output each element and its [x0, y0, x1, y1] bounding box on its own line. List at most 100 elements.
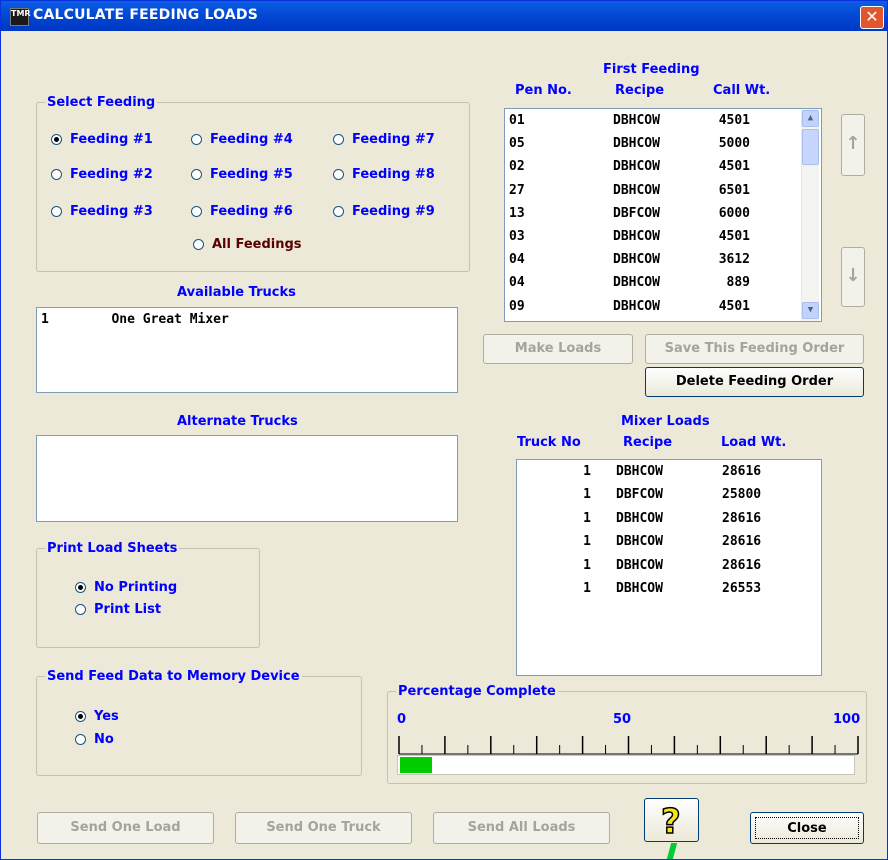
- progress-fill: [400, 757, 432, 773]
- table-row[interactable]: 04 DBHCOW 3612: [505, 250, 795, 270]
- table-cell: 3612: [718, 252, 750, 268]
- radio-feeding-2[interactable]: Feeding #2: [51, 167, 153, 182]
- table-row[interactable]: 1 DBFCOW 25800: [517, 485, 817, 505]
- radio-icon: [51, 169, 62, 180]
- scroll-up-icon[interactable]: ▲: [802, 110, 819, 127]
- mixer-loads-list[interactable]: 1 DBHCOW 28616 1 DBFCOW 25800 1 DBHCOW 28616 1 DBH…: [516, 459, 822, 676]
- scroll-down-icon[interactable]: ▼: [802, 302, 819, 319]
- table-cell: 01: [509, 113, 525, 128]
- table-cell: 02: [509, 159, 525, 175]
- table-cell: DBHCOW: [613, 136, 660, 152]
- close-button[interactable]: Close: [750, 812, 864, 844]
- alternate-trucks-list[interactable]: [36, 435, 458, 522]
- window-title: CALCULATE FEEDING LOADS: [33, 7, 259, 23]
- radio-print-list[interactable]: Print List: [75, 602, 161, 617]
- table-cell: 1: [583, 487, 591, 503]
- table-cell: DBHCOW: [613, 298, 660, 314]
- radio-icon: [333, 169, 344, 180]
- table-row[interactable]: 02 DBHCOW 4501: [505, 157, 795, 177]
- table-cell: DBHCOW: [613, 113, 660, 128]
- table-row[interactable]: 1 DBHCOW 28616: [517, 509, 817, 529]
- make-loads-button[interactable]: Make Loads: [483, 334, 633, 364]
- alternate-trucks-label: Alternate Trucks: [177, 414, 298, 429]
- radio-send-no[interactable]: No: [75, 732, 114, 747]
- radio-send-yes[interactable]: Yes: [75, 709, 119, 724]
- radio-feeding-8[interactable]: Feeding #8: [333, 167, 435, 182]
- table-cell: DBHCOW: [616, 510, 663, 526]
- radio-feeding-1[interactable]: Feeding #1: [51, 132, 153, 147]
- table-row[interactable]: 1 DBHCOW 26553: [517, 579, 817, 599]
- table-row[interactable]: 27 DBHCOW 6501: [505, 181, 795, 201]
- radio-all-feedings[interactable]: All Feedings: [193, 237, 302, 252]
- scroll-thumb[interactable]: [802, 129, 819, 165]
- table-cell: 5000: [718, 136, 750, 152]
- table-row[interactable]: 13 DBFCOW 6000: [505, 204, 795, 224]
- radio-feeding-3[interactable]: Feeding #3: [51, 204, 153, 219]
- title-bar[interactable]: TMR CALCULATE FEEDING LOADS ✕: [1, 1, 887, 31]
- table-cell: 28616: [722, 557, 762, 573]
- table-row[interactable]: 04 DBHCOW 889: [505, 273, 795, 293]
- move-up-button[interactable]: ↑: [841, 114, 865, 176]
- first-feeding-list[interactable]: 01 DBHCOW 4501 05 DBHCOW 5000 02 DBHCOW 4501 27 DB…: [504, 108, 822, 322]
- radio-feeding-9[interactable]: Feeding #9: [333, 204, 435, 219]
- table-cell: DBHCOW: [616, 534, 663, 550]
- table-cell: 1: [583, 510, 591, 526]
- table-cell: 4501: [718, 298, 750, 314]
- table-row[interactable]: 03 DBHCOW 4501: [505, 227, 795, 247]
- radio-no-printing[interactable]: No Printing: [75, 580, 177, 595]
- available-trucks-list[interactable]: 1 One Great Mixer: [36, 307, 458, 393]
- first-feeding-scrollbar[interactable]: ▲ ▼: [801, 109, 819, 321]
- radio-selected-icon: [51, 134, 62, 145]
- tick-label-100: 100: [833, 712, 861, 727]
- main-window: TMR CALCULATE FEEDING LOADS ✕ Select Fee…: [0, 0, 888, 860]
- header-mixer-recipe: Recipe: [623, 435, 673, 450]
- list-item[interactable]: 1 One Great Mixer: [41, 310, 229, 330]
- table-cell: DBHCOW: [613, 252, 660, 268]
- radio-selected-icon: [75, 582, 86, 593]
- table-cell: 26553: [722, 581, 762, 596]
- table-cell: 889: [726, 275, 750, 291]
- tick-label-50: 50: [613, 712, 632, 727]
- progress-bar: [397, 755, 855, 775]
- mixer-loads-title: Mixer Loads: [621, 414, 710, 429]
- svg-text:?: ?: [661, 802, 681, 841]
- help-button[interactable]: ?: [644, 798, 699, 843]
- radio-feeding-6[interactable]: Feeding #6: [191, 204, 293, 219]
- table-cell: DBHCOW: [616, 557, 663, 573]
- send-one-load-button[interactable]: Send One Load: [37, 812, 214, 844]
- table-cell: 04: [509, 252, 525, 268]
- select-feeding-legend: Select Feeding: [47, 95, 156, 110]
- send-all-loads-button[interactable]: Send All Loads: [433, 812, 610, 844]
- table-cell: DBHCOW: [613, 275, 660, 291]
- close-button-label: Close: [755, 817, 859, 839]
- table-row[interactable]: 09 DBHCOW 4501: [505, 297, 795, 317]
- table-row[interactable]: 1 DBHCOW 28616: [517, 532, 817, 552]
- radio-feeding-7[interactable]: Feeding #7: [333, 132, 435, 147]
- delete-feeding-order-button[interactable]: Delete Feeding Order: [645, 367, 864, 397]
- radio-icon: [193, 239, 204, 250]
- tick-label-0: 0: [397, 712, 407, 727]
- table-row[interactable]: 05 DBHCOW 5000: [505, 134, 795, 154]
- table-row[interactable]: 1 DBHCOW 28616: [517, 462, 817, 482]
- table-row[interactable]: 01 DBHCOW 4501: [505, 111, 795, 131]
- table-row[interactable]: 1 DBHCOW 28616: [517, 556, 817, 576]
- table-cell: 09: [509, 298, 525, 314]
- help-pointer-icon: [666, 843, 678, 859]
- radio-icon: [191, 134, 202, 145]
- radio-icon: [333, 134, 344, 145]
- radio-icon: [51, 206, 62, 217]
- close-window-icon[interactable]: ✕: [860, 6, 884, 29]
- table-cell: 28616: [722, 534, 762, 550]
- radio-feeding-5[interactable]: Feeding #5: [191, 167, 293, 182]
- table-cell: DBHCOW: [613, 182, 660, 198]
- move-down-button[interactable]: ↓: [841, 247, 865, 307]
- header-truck-no: Truck No: [517, 435, 581, 450]
- table-cell: 03: [509, 229, 525, 244]
- progress-ruler: [398, 736, 859, 755]
- print-load-sheets-legend: Print Load Sheets: [47, 541, 178, 556]
- send-one-truck-button[interactable]: Send One Truck: [235, 812, 412, 844]
- radio-feeding-4[interactable]: Feeding #4: [191, 132, 293, 147]
- radio-selected-icon: [75, 711, 86, 722]
- radio-icon: [191, 206, 202, 217]
- save-feeding-order-button[interactable]: Save This Feeding Order: [645, 334, 864, 364]
